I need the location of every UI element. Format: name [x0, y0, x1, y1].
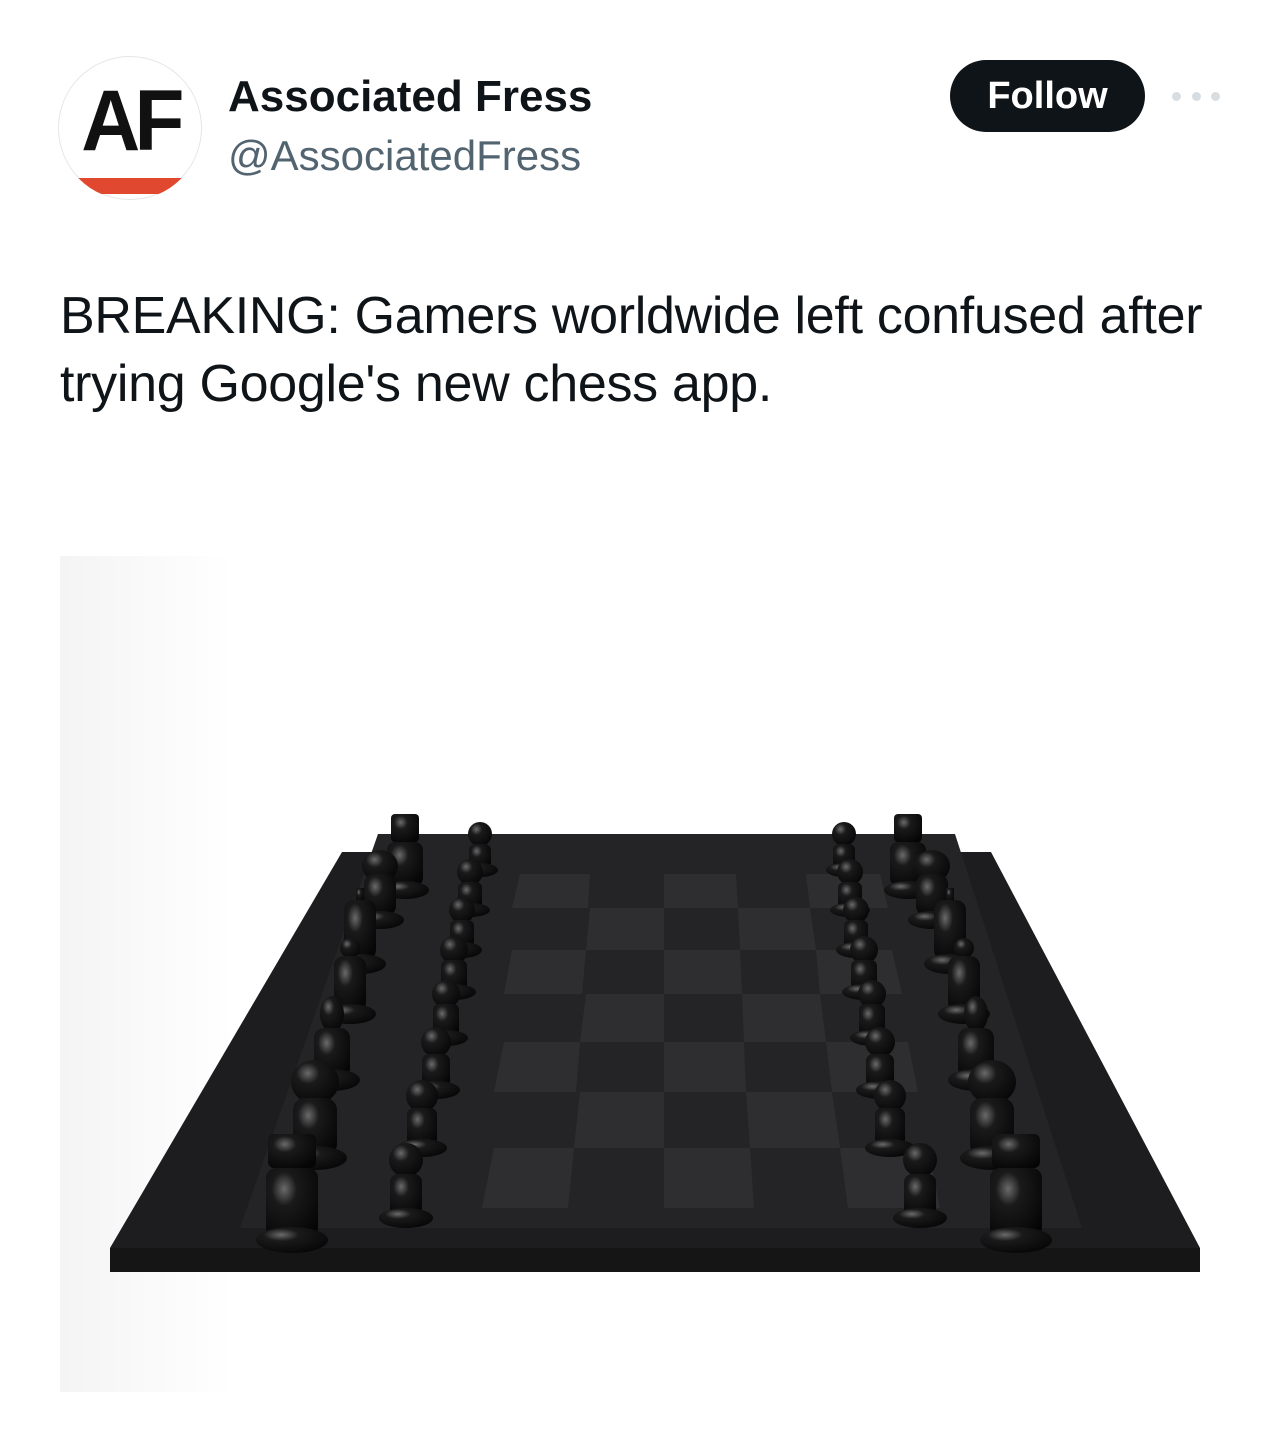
- post-image[interactable]: [60, 556, 1224, 1392]
- more-dot: [1172, 91, 1181, 101]
- follow-button[interactable]: Follow: [950, 60, 1145, 132]
- avatar-logo-underline: [76, 178, 184, 194]
- post-header: AF Associated Fress @AssociatedFress Fol…: [0, 0, 1284, 240]
- more-horizontal-icon[interactable]: [1172, 84, 1220, 108]
- more-dot: [1211, 91, 1220, 101]
- post-text: BREAKING: Gamers worldwide left confused…: [60, 287, 1203, 413]
- chess-board-image: [60, 556, 1224, 1392]
- account-avatar[interactable]: AF: [58, 56, 202, 200]
- more-dot: [1191, 91, 1201, 101]
- account-handle[interactable]: @AssociatedFress: [228, 132, 581, 180]
- account-display-name[interactable]: Associated Fress: [228, 72, 592, 122]
- avatar-logo-letters: AF: [81, 73, 184, 169]
